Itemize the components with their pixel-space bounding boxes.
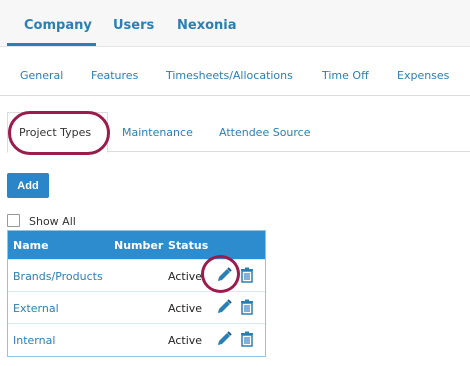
add-button[interactable]: Add — [7, 173, 49, 198]
table-header: Name Number Status — [8, 231, 265, 259]
tab-nexonia[interactable]: Nexonia — [177, 18, 237, 33]
inner-tabs: Project Types Maintenance Attendee Sourc… — [7, 112, 470, 153]
show-all-label: Show All — [29, 215, 76, 228]
tab-maintenance[interactable]: Maintenance — [122, 126, 193, 139]
pencil-edit-icon[interactable] — [215, 266, 233, 284]
row-name-link[interactable]: Brands/Products — [13, 270, 103, 283]
subnav-general[interactable]: General — [20, 69, 63, 82]
table-row: Brands/Products Active — [8, 259, 265, 291]
subnav-features[interactable]: Features — [91, 69, 138, 82]
row-status: Active — [168, 334, 203, 347]
project-types-table: Name Number Status Brands/Products Activ… — [7, 230, 266, 357]
inner-tabs-divider — [108, 151, 470, 152]
trash-icon[interactable] — [238, 266, 256, 284]
row-name-link[interactable]: Internal — [13, 334, 55, 347]
table-row: External Active — [8, 291, 265, 323]
column-header-name[interactable]: Name — [13, 239, 49, 252]
column-header-status[interactable]: Status — [168, 239, 208, 252]
trash-icon[interactable] — [238, 330, 256, 348]
show-all-checkbox[interactable] — [7, 214, 20, 227]
tab-attendee-source[interactable]: Attendee Source — [219, 126, 311, 139]
active-tab-underline — [7, 43, 96, 46]
row-status: Active — [168, 302, 203, 315]
pencil-edit-icon[interactable] — [215, 298, 233, 316]
trash-icon[interactable] — [238, 298, 256, 316]
sub-navigation: General Features Timesheets/Allocations … — [0, 55, 470, 96]
row-status: Active — [168, 270, 203, 283]
tab-users[interactable]: Users — [113, 18, 154, 33]
tab-company[interactable]: Company — [24, 18, 92, 33]
column-header-number[interactable]: Number — [114, 239, 163, 252]
tab-project-types[interactable]: Project Types — [19, 126, 91, 139]
pencil-edit-icon[interactable] — [215, 330, 233, 348]
table-row: Internal Active — [8, 323, 265, 355]
subnav-timesheets-allocations[interactable]: Timesheets/Allocations — [166, 69, 293, 82]
subnav-expenses[interactable]: Expenses — [397, 69, 449, 82]
row-name-link[interactable]: External — [13, 302, 59, 315]
top-tabs: Company Users Nexonia — [0, 0, 470, 47]
subnav-time-off[interactable]: Time Off — [322, 69, 369, 82]
